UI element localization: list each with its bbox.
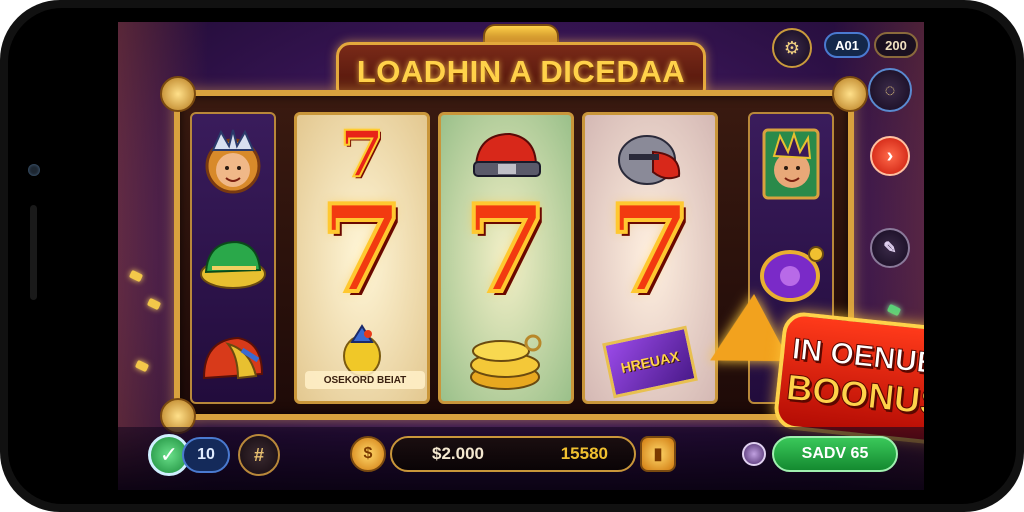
jester-symbol bbox=[750, 122, 832, 206]
game-screen: LOADHIN A DICEDAA ⚙ A01 200 ◌ 7 7 OSEKOR… bbox=[118, 22, 924, 490]
phone-frame: LOADHIN A DICEDAA ⚙ A01 200 ◌ 7 7 OSEKOR… bbox=[0, 0, 1024, 512]
grid-button[interactable]: # bbox=[238, 434, 280, 476]
gem-label: HREUAX bbox=[619, 348, 681, 376]
lines-counter[interactable]: 10 bbox=[182, 437, 230, 473]
frame-ornament bbox=[160, 76, 196, 112]
circle-menu-icon: ◌ bbox=[884, 79, 896, 100]
side-speaker bbox=[30, 205, 37, 300]
reel-1: 7 7 OSEKORD BEIAT bbox=[294, 112, 430, 404]
frame-ornament bbox=[832, 76, 868, 112]
red-helmet-symbol bbox=[192, 320, 274, 400]
seven-symbol-big: 7 bbox=[318, 179, 405, 320]
grid-icon: # bbox=[253, 444, 264, 465]
reel-2: 7 bbox=[438, 112, 574, 404]
purple-pot-symbol bbox=[750, 234, 832, 314]
win-value: 15580 bbox=[560, 444, 608, 463]
menu-button[interactable]: ◌ bbox=[868, 68, 912, 112]
green-helmet-symbol bbox=[192, 224, 274, 304]
coin-icon: $ bbox=[350, 436, 386, 472]
seven-symbol-big: 7 bbox=[462, 179, 549, 320]
gear-icon: ⚙ bbox=[783, 37, 801, 58]
balance-display: $2.000 15580 bbox=[390, 436, 636, 472]
tool-button[interactable]: ✎ bbox=[870, 228, 910, 268]
info-icon[interactable] bbox=[742, 442, 766, 466]
next-button[interactable]: › bbox=[870, 136, 910, 176]
settings-button[interactable]: ⚙ bbox=[772, 28, 812, 68]
wrench-icon: ✎ bbox=[883, 240, 897, 257]
purple-gem-symbol: HREUAX bbox=[585, 325, 715, 399]
balance-value: $2.000 bbox=[432, 444, 484, 463]
level-badge: A01 bbox=[824, 32, 870, 58]
king-symbol bbox=[192, 122, 274, 202]
camera-lens bbox=[28, 164, 40, 176]
arrow-right-icon: › bbox=[886, 144, 894, 167]
reel-3: 7 HREUAX bbox=[582, 112, 718, 404]
top-counter: 200 bbox=[874, 32, 918, 58]
gold-coins-symbol bbox=[441, 325, 571, 399]
reel-1-label: OSEKORD BEIAT bbox=[305, 371, 425, 389]
bet-coin-button[interactable]: ▮ bbox=[640, 436, 676, 472]
seven-symbol-big: 7 bbox=[606, 179, 693, 320]
spin-button[interactable]: SADV 65 bbox=[772, 436, 898, 472]
checkmark-icon: ✓ bbox=[159, 442, 179, 467]
side-reel-left bbox=[190, 112, 276, 404]
